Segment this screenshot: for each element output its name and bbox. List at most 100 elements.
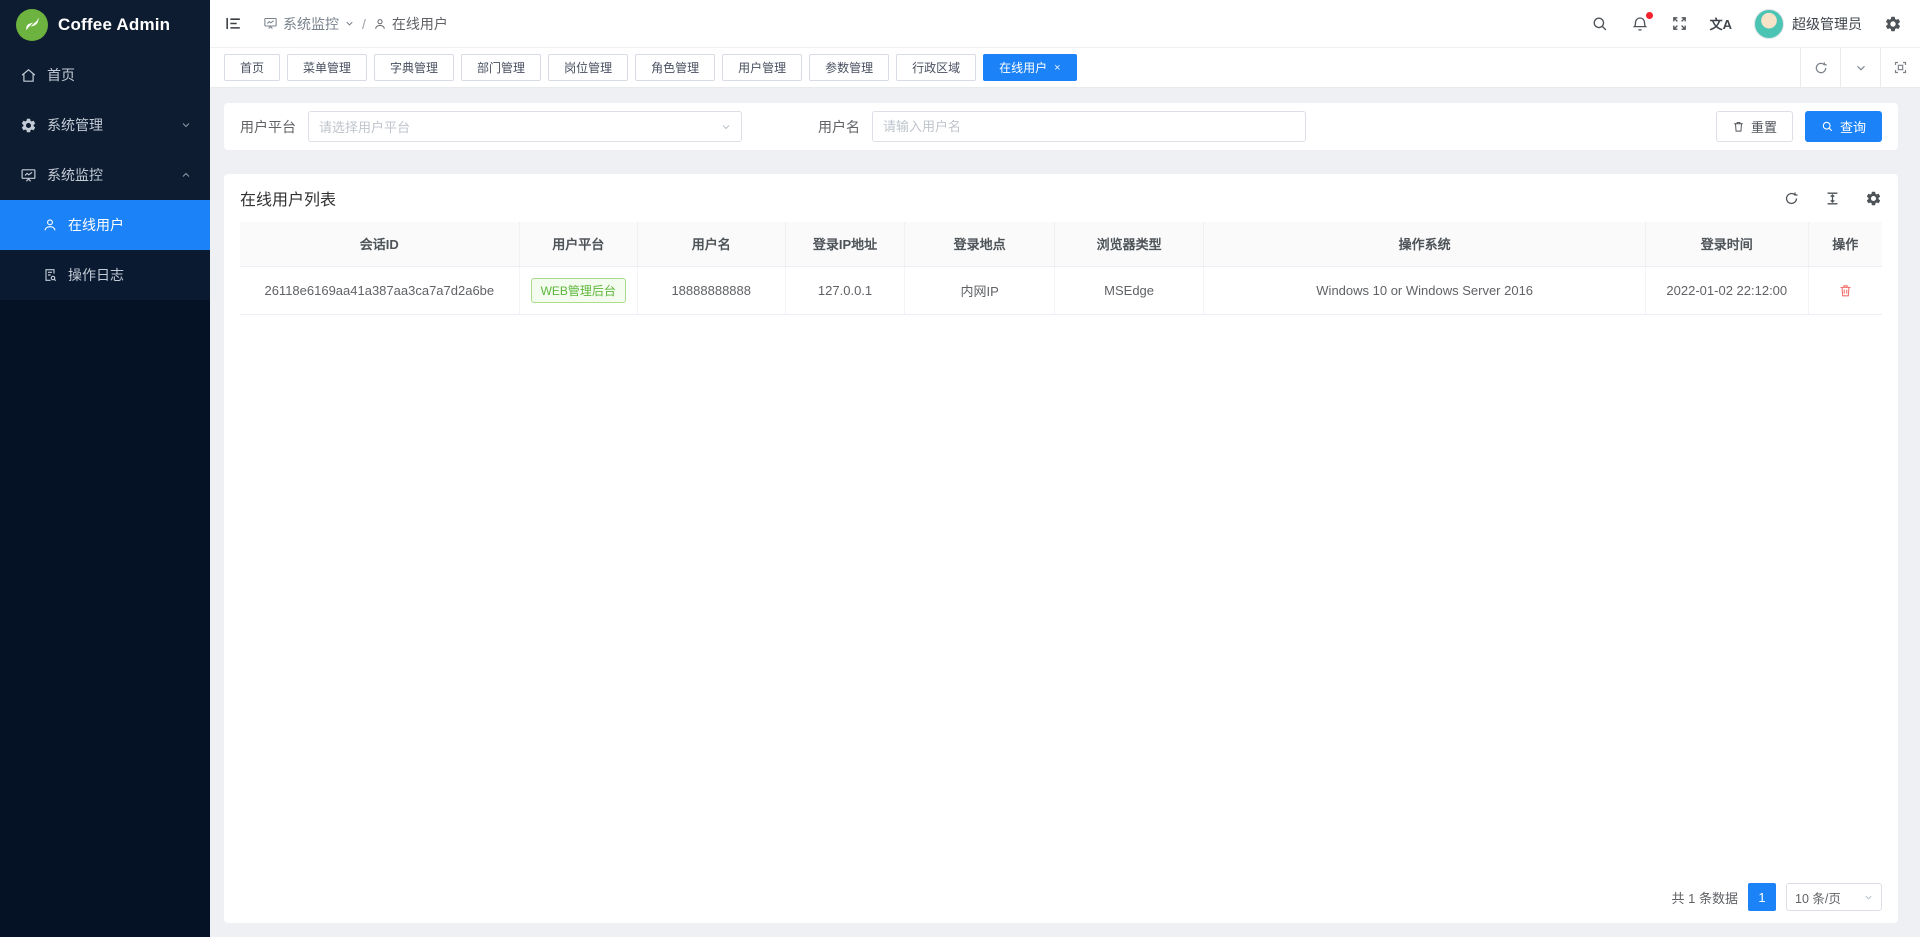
chevron-up-icon [180,169,192,181]
platform-label: 用户平台 [240,117,296,137]
platform-select[interactable]: 请选择用户平台 [308,111,742,142]
tab-role-management[interactable]: 角色管理 [635,54,715,81]
breadcrumb: 系统监控 / 在线用户 [263,14,448,34]
tab-post-management[interactable]: 岗位管理 [548,54,628,81]
tab-dict-management[interactable]: 字典管理 [374,54,454,81]
reset-label: 重置 [1751,117,1777,136]
card-header: 在线用户列表 [240,174,1882,222]
tab-label: 首页 [240,59,264,76]
page-number-button[interactable]: 1 [1748,883,1776,911]
col-session-id: 会话ID [240,222,519,266]
table-empty-space [240,315,1882,872]
sidebar: Coffee Admin 首页 系统管理 [0,0,210,937]
page-size-label: 10 条/页 [1795,888,1841,907]
tab-label: 在线用户 [999,59,1047,76]
table-header-row: 会话ID 用户平台 用户名 登录IP地址 登录地点 浏览器类型 操作系统 登录时… [240,222,1882,266]
collapse-sidebar-icon[interactable] [224,14,243,33]
tab-admin-region[interactable]: 行政区域 [896,54,976,81]
search-icon [1821,120,1834,133]
leaf-logo-icon [16,9,48,41]
cell-browser: MSEdge [1054,266,1203,314]
chevron-down-icon[interactable] [1840,48,1880,87]
breadcrumb-label: 系统监控 [283,14,339,34]
pagination-total: 共 1 条数据 [1672,888,1738,907]
col-login-ip: 登录IP地址 [785,222,905,266]
col-username: 用户名 [637,222,785,266]
sidebar-item-home[interactable]: 首页 [0,50,210,100]
card-tools [1783,190,1882,207]
breadcrumb-level2[interactable]: 在线用户 [373,14,448,34]
search-label: 查询 [1840,117,1866,136]
user-menu[interactable]: 超级管理员 [1754,9,1862,39]
cell-login-ip: 127.0.0.1 [785,266,905,314]
cell-login-location: 内网IP [905,266,1054,314]
bell-icon[interactable] [1631,15,1649,33]
app-window: Coffee Admin 首页 系统管理 [0,0,1920,937]
avatar [1754,9,1784,39]
platform-select-placeholder: 请选择用户平台 [319,117,410,136]
breadcrumb-separator: / [362,16,366,32]
table-row: 26118e6169aa41a387aa3ca7a7d2a6be WEB管理后台… [240,266,1882,314]
cell-username: 18888888888 [637,266,785,314]
tab-param-management[interactable]: 参数管理 [809,54,889,81]
chevron-down-icon [180,119,192,131]
app-title: Coffee Admin [58,15,170,35]
gear-icon[interactable] [1884,15,1902,33]
user-icon [42,217,58,233]
tab-user-management[interactable]: 用户管理 [722,54,802,81]
sidebar-item-online-users[interactable]: 在线用户 [0,200,210,250]
tab-online-users-active[interactable]: 在线用户 × [983,54,1076,81]
filter-actions: 重置 查询 [1716,111,1882,142]
gear-icon[interactable] [1865,190,1882,207]
user-icon [373,17,387,31]
chevron-down-icon [1863,892,1874,903]
gear-icon [20,117,37,134]
fullscreen-icon[interactable] [1671,15,1688,32]
user-name: 超级管理员 [1792,14,1862,34]
tab-label: 参数管理 [825,59,873,76]
refresh-icon[interactable] [1783,190,1800,207]
close-icon[interactable]: × [1054,62,1060,74]
tab-label: 用户管理 [738,59,786,76]
tab-home[interactable]: 首页 [224,54,280,81]
sidebar-item-label: 系统监控 [47,165,103,185]
cell-platform: WEB管理后台 [519,266,637,314]
tab-label: 角色管理 [651,59,699,76]
tab-dept-management[interactable]: 部门管理 [461,54,541,81]
card-title: 在线用户列表 [240,186,336,210]
breadcrumb-level1[interactable]: 系统监控 [263,14,355,34]
col-platform: 用户平台 [519,222,637,266]
sidebar-item-system-management[interactable]: 系统管理 [0,100,210,150]
header-tools: 文A 超级管理员 [1591,9,1902,39]
col-os: 操作系统 [1204,222,1646,266]
sidebar-item-operation-logs[interactable]: 操作日志 [0,250,210,300]
chevron-down-icon [720,121,732,133]
refresh-icon[interactable] [1800,48,1840,87]
maximize-icon[interactable] [1880,48,1920,87]
tab-menu-management[interactable]: 菜单管理 [287,54,367,81]
monitor-icon [20,167,37,184]
tab-bar: 首页 菜单管理 字典管理 部门管理 岗位管理 角色管理 用户管理 参数管理 行政… [210,48,1920,88]
search-icon[interactable] [1591,15,1609,33]
reset-button[interactable]: 重置 [1716,111,1793,142]
monitor-icon [263,16,278,31]
filter-card: 用户平台 请选择用户平台 用户名 重置 [224,103,1898,150]
page-size-select[interactable]: 10 条/页 [1786,883,1882,911]
app-logo: Coffee Admin [0,0,210,50]
search-button[interactable]: 查询 [1805,111,1882,142]
sidebar-submenu-monitor: 在线用户 操作日志 [0,200,210,300]
cell-actions [1808,266,1882,314]
density-icon[interactable] [1824,190,1841,207]
sidebar-item-system-monitor[interactable]: 系统监控 [0,150,210,200]
chevron-down-icon [344,18,355,29]
home-icon [20,67,37,84]
notification-dot [1646,12,1653,19]
tab-label: 菜单管理 [303,59,351,76]
username-input[interactable] [883,119,1295,134]
tab-label: 部门管理 [477,59,525,76]
delete-row-icon[interactable] [1838,283,1853,298]
translate-icon[interactable]: 文A [1710,14,1732,33]
online-users-card: 在线用户列表 [224,174,1898,923]
main-area: 系统监控 / 在线用户 [210,0,1920,937]
sidebar-item-label: 首页 [47,65,75,85]
